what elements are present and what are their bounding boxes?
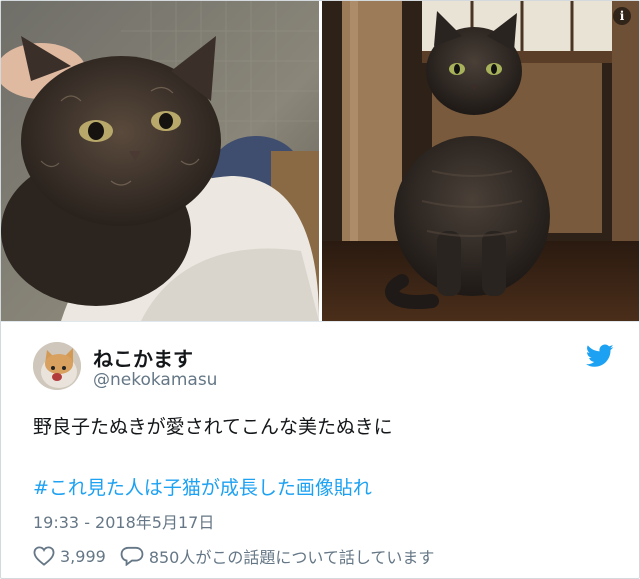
reply-button[interactable]: 850人がこの話題について話しています xyxy=(120,544,435,568)
tweet-card[interactable]: i ねこかます @nekokamasu 野良子たぬきが愛されてこんな美たぬきに … xyxy=(0,0,640,579)
heart-icon xyxy=(33,546,55,566)
hashtag-link[interactable]: #これ見た人は子猫が成長した画像貼れ xyxy=(33,473,372,500)
conversation-count: 850人がこの話題について話しています xyxy=(148,548,435,567)
avatar-cat-image xyxy=(33,342,81,390)
like-count: 3,999 xyxy=(60,546,106,566)
speech-bubble-icon xyxy=(120,546,144,566)
adult-cat-photo[interactable]: i xyxy=(322,1,639,321)
timestamp[interactable]: 19:33 - 2018年5月17日 xyxy=(33,509,214,533)
media-gallery: i xyxy=(1,1,639,322)
user-handle[interactable]: @nekokamasu xyxy=(93,370,217,390)
tweet-text: 野良子たぬきが愛されてこんな美たぬきに xyxy=(33,416,393,438)
kitten-photo[interactable] xyxy=(1,1,319,321)
info-icon[interactable]: i xyxy=(613,7,631,25)
kitten-illustration xyxy=(1,1,319,321)
display-name[interactable]: ねこかます xyxy=(93,343,193,372)
avatar[interactable] xyxy=(33,342,81,390)
adult-cat-illustration xyxy=(322,1,639,321)
like-button[interactable]: 3,999 xyxy=(33,546,106,566)
stats-row: 3,999 850人がこの話題について話しています xyxy=(33,544,434,568)
twitter-bird-icon[interactable] xyxy=(586,344,614,368)
